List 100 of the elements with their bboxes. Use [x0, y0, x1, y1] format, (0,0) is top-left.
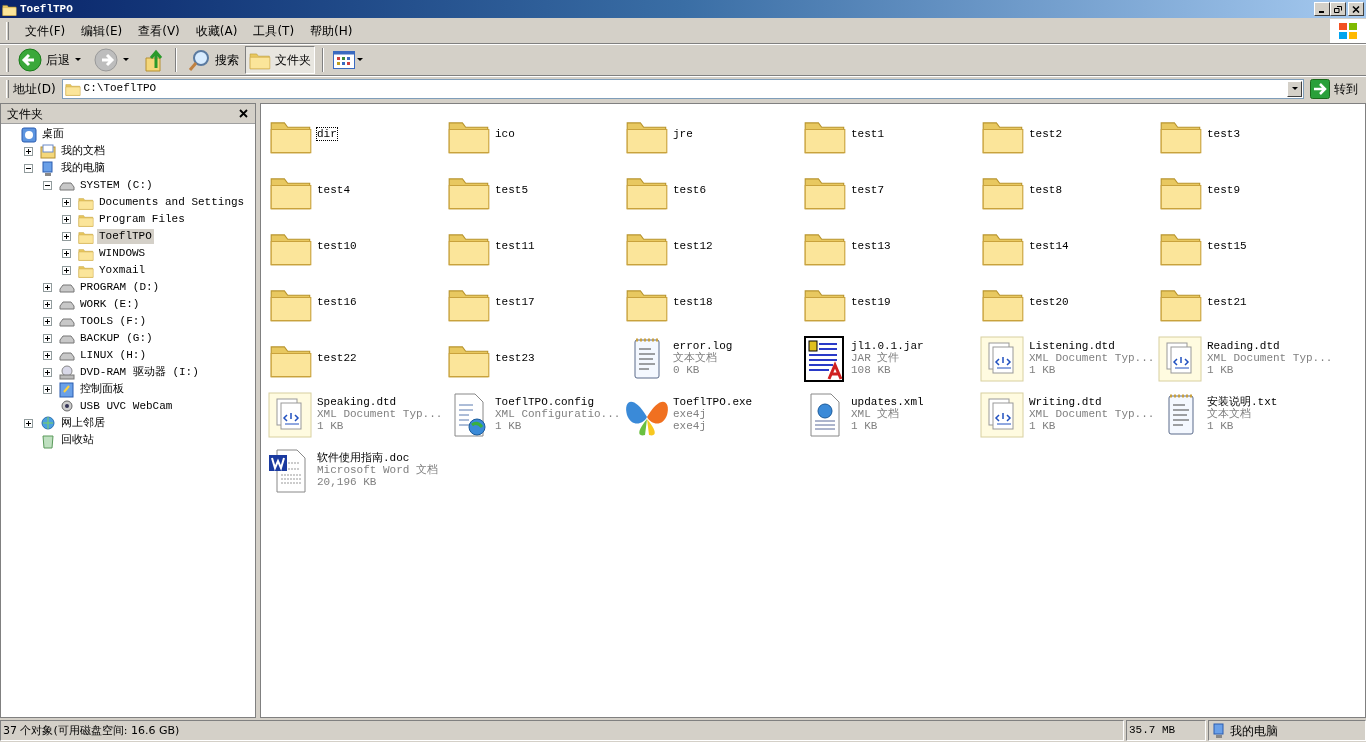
expand-toggle[interactable] [43, 317, 52, 326]
file-name[interactable]: updates.xml [851, 396, 924, 408]
tree-item[interactable]: 回收站 [59, 433, 96, 448]
tree-item[interactable]: WORK (E:) [78, 297, 142, 312]
documents-icon [40, 143, 56, 160]
tree-item[interactable]: Yoxmail [97, 263, 148, 278]
file-name[interactable]: test12 [673, 240, 713, 252]
menu-item[interactable]: 帮助(H) [302, 21, 361, 40]
file-name[interactable]: test9 [1207, 184, 1240, 196]
tree-item[interactable]: USB UVC WebCam [78, 399, 175, 414]
expand-toggle[interactable] [43, 368, 52, 377]
file-name[interactable]: test21 [1207, 296, 1247, 308]
restore-button[interactable] [1330, 2, 1346, 16]
address-field[interactable]: C:\ToeflTPO [61, 78, 1304, 99]
file-name[interactable]: Reading.dtd [1207, 340, 1280, 352]
expand-toggle[interactable] [62, 198, 71, 207]
expand-toggle[interactable] [43, 385, 52, 394]
file-name[interactable]: test6 [673, 184, 706, 196]
close-button[interactable] [237, 107, 249, 120]
file-size: 1 KB [317, 420, 345, 432]
menu-item[interactable]: 查看(V) [130, 21, 188, 40]
file-name[interactable]: test18 [673, 296, 713, 308]
file-name[interactable]: test13 [851, 240, 891, 252]
file-name[interactable]: Speaking.dtd [317, 396, 397, 408]
tree-item[interactable]: ToeflTPO [97, 229, 154, 244]
views-button[interactable] [331, 51, 365, 69]
file-name[interactable]: test11 [495, 240, 535, 252]
dropdown-button[interactable] [1287, 80, 1302, 97]
file-name[interactable]: test20 [1029, 296, 1069, 308]
tree-item[interactable]: TOOLS (F:) [78, 314, 148, 329]
file-name[interactable]: test14 [1029, 240, 1069, 252]
tree-item[interactable]: LINUX (H:) [78, 348, 148, 363]
tree-item[interactable]: Documents and Settings [97, 195, 247, 210]
file-name[interactable]: ToeflTPO.config [495, 396, 595, 408]
expand-toggle[interactable] [62, 266, 71, 275]
menu-item[interactable]: 文件(F) [17, 21, 74, 40]
expand-toggle[interactable] [43, 334, 52, 343]
file-name[interactable]: ToeflTPO.exe [673, 396, 753, 408]
file-name[interactable]: ico [495, 128, 515, 140]
dvd-drive-icon [59, 364, 75, 381]
menu-item[interactable]: 工具(T) [245, 21, 303, 40]
file-name[interactable]: test23 [495, 352, 535, 364]
tree-item[interactable]: DVD-RAM 驱动器 (I:) [78, 365, 201, 380]
tree-item[interactable]: WINDOWS [97, 246, 148, 261]
tree-item[interactable]: BACKUP (G:) [78, 331, 155, 346]
dropdown-caret-icon [1291, 86, 1298, 91]
tree-item[interactable]: Program Files [97, 212, 187, 227]
file-name[interactable]: Listening.dtd [1029, 340, 1115, 352]
file-name[interactable]: test1 [851, 128, 884, 140]
expand-toggle[interactable] [62, 232, 71, 241]
file-size: 1 KB [851, 420, 879, 432]
expand-toggle[interactable] [43, 283, 52, 292]
expand-toggle[interactable] [62, 215, 71, 224]
search-button[interactable]: 搜索 [184, 46, 242, 74]
menu-item[interactable]: 编辑(E) [73, 21, 131, 40]
status-objects: 37 个对象(可用磁盘空间: 16.6 GB) [0, 720, 1124, 741]
tree-item[interactable]: 控制面板 [78, 382, 126, 397]
file-name[interactable]: Writing.dtd [1029, 396, 1102, 408]
file-name[interactable]: test4 [317, 184, 350, 196]
close-button[interactable] [1348, 2, 1364, 16]
expand-toggle[interactable] [43, 300, 52, 309]
file-name[interactable]: error.log [673, 340, 733, 352]
file-name[interactable]: test7 [851, 184, 884, 196]
file-size: 20,196 KB [317, 476, 378, 488]
file-name[interactable]: 安装说明.txt [1207, 396, 1278, 408]
tree-item[interactable]: 我的电脑 [59, 161, 107, 176]
menu-item[interactable]: 收藏(A) [187, 21, 246, 40]
minimize-button[interactable] [1314, 2, 1330, 16]
file-type: XML Document Typ... [1207, 352, 1333, 364]
go-button[interactable]: 转到 [1310, 78, 1358, 99]
file-name[interactable]: test16 [317, 296, 357, 308]
file-name[interactable]: test10 [317, 240, 357, 252]
file-name[interactable]: test5 [495, 184, 528, 196]
tree-item[interactable]: PROGRAM (D:) [78, 280, 162, 295]
tree-item[interactable]: 桌面 [40, 127, 66, 142]
file-type: XML Document Typ... [1029, 408, 1155, 420]
expand-toggle[interactable] [62, 249, 71, 258]
expand-toggle[interactable] [24, 147, 33, 156]
file-name[interactable]: dir [317, 128, 337, 140]
expand-toggle[interactable] [43, 351, 52, 360]
file-name[interactable]: test22 [317, 352, 357, 364]
file-name[interactable]: test17 [495, 296, 535, 308]
file-name[interactable]: test19 [851, 296, 891, 308]
expand-toggle[interactable] [24, 419, 33, 428]
file-name[interactable]: jl1.0.1.jar [851, 340, 924, 352]
file-name[interactable]: jre [673, 128, 693, 140]
file-name[interactable]: test15 [1207, 240, 1247, 252]
back-button[interactable]: 后退 [16, 48, 72, 72]
tree-item[interactable]: 我的文档 [59, 144, 107, 159]
collapse-toggle[interactable] [43, 181, 52, 190]
collapse-toggle[interactable] [24, 164, 33, 173]
file-name[interactable]: test8 [1029, 184, 1062, 196]
file-name[interactable]: test2 [1029, 128, 1062, 140]
file-name[interactable]: test3 [1207, 128, 1240, 140]
folders-button[interactable]: 文件夹 [245, 46, 315, 74]
close-icon [1352, 5, 1360, 13]
tree-item[interactable]: 网上邻居 [59, 416, 107, 431]
dtd-file-icon [1157, 335, 1205, 383]
tree-item[interactable]: SYSTEM (C:) [78, 178, 155, 193]
file-name[interactable]: 软件使用指南.doc [317, 452, 410, 464]
